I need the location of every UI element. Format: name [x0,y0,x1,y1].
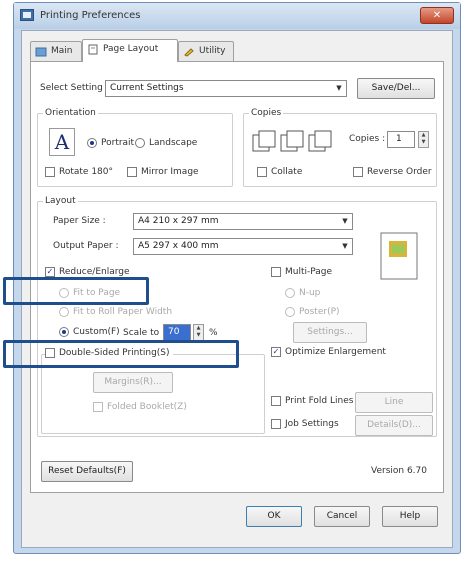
poster-label: Poster(P) [299,307,340,317]
output-paper-value: A5 297 x 400 mm [138,241,219,251]
title-bar[interactable]: Printing Preferences ✕ [14,3,460,29]
checkbox-box: ✓ [45,267,55,277]
chevron-down-icon: ▼ [342,242,348,250]
version-label: Version 6.70 [371,466,427,476]
ok-button[interactable]: OK [246,506,302,527]
utility-tab-icon [184,48,194,57]
margins-button[interactable]: Margins(R)... [93,372,173,393]
scale-input[interactable]: 70 [163,324,191,341]
checkbox-box [353,167,363,177]
radio-dot [285,288,295,298]
radio-dot [59,307,69,317]
page-layout-tab-icon [88,44,98,55]
multi-page-label: Multi-Page [285,267,333,277]
copies-group-label: Copies [249,108,284,118]
multi-page-checkbox[interactable]: Multi-Page [271,267,332,277]
portrait-label: Portrait [101,138,135,148]
n-up-radio[interactable]: N-up [285,288,320,298]
optimize-enlargement-label: Optimize Enlargement [285,347,386,357]
tab-page-layout-label: Page Layout [103,44,159,54]
radio-dot [87,138,97,148]
mirror-image-checkbox[interactable]: Mirror Image [127,167,199,177]
main-tab-icon [35,47,47,57]
save-del-button[interactable]: Save/Del... [357,78,435,99]
print-fold-lines-checkbox[interactable]: Print Fold Lines [271,396,353,406]
fit-to-roll-radio[interactable]: Fit to Roll Paper Width [59,307,172,317]
collate-pages-icon [252,130,332,152]
collate-label: Collate [271,167,303,177]
landscape-radio[interactable]: Landscape [135,138,197,148]
details-button[interactable]: Details(D)... [355,415,433,436]
reverse-order-label: Reverse Order [367,167,432,177]
folded-booklet-label: Folded Booklet(Z) [107,402,187,412]
radio-dot [59,327,69,337]
custom-radio[interactable]: Custom(F) [59,327,120,337]
scale-unit: % [209,328,218,338]
help-button[interactable]: Help [382,506,438,527]
paper-size-label: Paper Size : [53,216,106,226]
chevron-down-icon: ▼ [342,217,348,225]
portrait-radio[interactable]: Portrait [87,138,134,148]
collate-checkbox[interactable]: Collate [257,167,302,177]
radio-dot [135,138,145,148]
rotate-180-checkbox[interactable]: Rotate 180° [45,167,113,177]
scale-to-label: Scale to [123,328,160,338]
paper-size-value: A4 210 x 297 mm [138,216,219,226]
checkbox-box [271,396,281,406]
mirror-image-label: Mirror Image [141,167,199,177]
tab-utility[interactable]: Utility [178,41,234,61]
orientation-group-label: Orientation [43,108,98,118]
window-title: Printing Preferences [40,10,141,21]
paper-size-combo[interactable]: A4 210 x 297 mm ▼ [133,213,353,230]
copies-input[interactable]: 1 [387,131,415,148]
fit-to-roll-label: Fit to Roll Paper Width [73,307,173,317]
reverse-order-checkbox[interactable]: Reverse Order [353,167,432,177]
close-button[interactable]: ✕ [420,7,454,24]
line-settings-button[interactable]: Line Settings(T)... [355,392,433,426]
radio-dot [285,307,295,317]
copies-spinner[interactable]: ▲ ▼ [418,131,429,148]
select-setting-value: Current Settings [110,83,184,93]
checkbox-box [271,419,281,429]
poster-radio[interactable]: Poster(P) [285,307,340,317]
cancel-button[interactable]: Cancel [314,506,370,527]
checkbox-box: ✓ [271,347,281,357]
optimize-enlargement-checkbox[interactable]: ✓ Optimize Enlargement [271,347,386,357]
checkbox-box [45,167,55,177]
select-setting-label: Select Setting : [40,83,109,93]
reduce-enlarge-checkbox[interactable]: ✓ Reduce/Enlarge [45,267,130,277]
checkbox-box [271,267,281,277]
print-fold-lines-label: Print Fold Lines [285,396,354,406]
job-settings-checkbox[interactable]: Job Settings [271,419,339,429]
multi-page-settings-button[interactable]: Settings... [293,322,367,343]
portrait-preview-icon: A [49,128,75,156]
landscape-label: Landscape [149,138,198,148]
reset-defaults-button[interactable]: Reset Defaults(F) [41,461,133,482]
tab-main-label: Main [51,46,73,56]
scale-spinner[interactable]: ▲ ▼ [193,324,204,341]
tab-utility-label: Utility [199,46,226,56]
reduce-enlarge-highlight [3,277,149,305]
folded-booklet-checkbox[interactable]: Folded Booklet(Z) [93,402,187,412]
output-paper-label: Output Paper : [53,241,119,251]
n-up-label: N-up [299,288,321,298]
checkbox-box [257,167,267,177]
copies-label: Copies : [349,134,386,144]
reduce-enlarge-label: Reduce/Enlarge [59,267,130,277]
output-paper-combo[interactable]: A5 297 x 400 mm ▼ [133,238,353,255]
chevron-down-icon: ▼ [336,84,342,92]
rotate-180-label: Rotate 180° [59,167,114,177]
tab-main[interactable]: Main [30,41,82,61]
layout-group-label: Layout [43,196,78,206]
checkbox-box [93,402,103,412]
custom-label: Custom(F) [73,327,120,337]
printer-icon [20,9,34,21]
job-settings-label: Job Settings [285,419,339,429]
layout-preview-icon [380,232,418,280]
custom-scale-highlight [3,340,239,368]
checkbox-box [127,167,137,177]
select-setting-combo[interactable]: Current Settings ▼ [105,80,347,97]
tab-page-layout[interactable]: Page Layout [82,39,178,62]
